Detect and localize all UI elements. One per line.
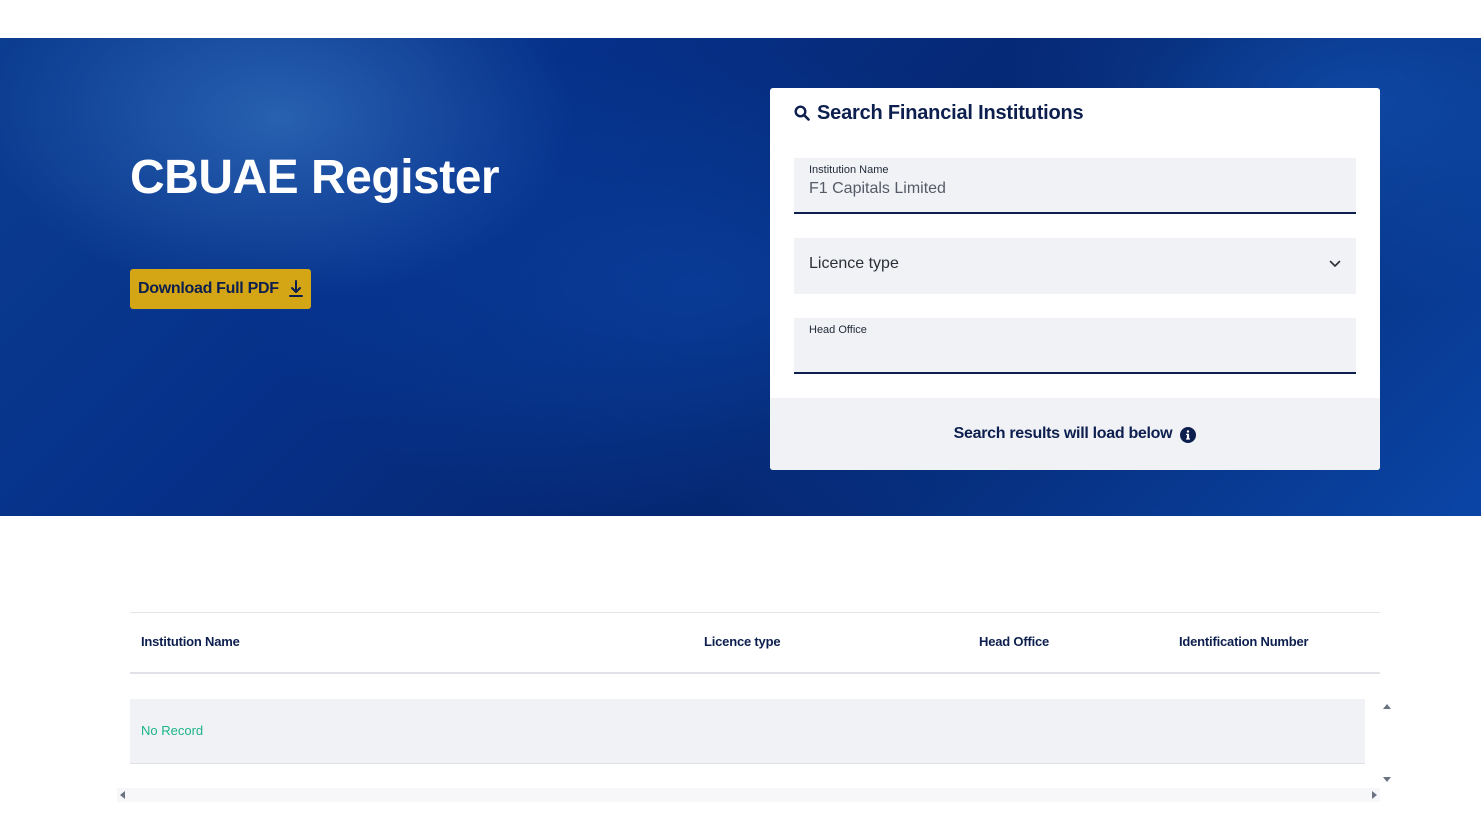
column-header-identification-number[interactable]: Identification Number: [1179, 634, 1309, 649]
hero-banner: CBUAE Register Download Full PDF Search …: [0, 38, 1481, 516]
scroll-right-arrow-icon[interactable]: [1372, 791, 1377, 799]
table-header: Institution Name Licence type Head Offic…: [130, 612, 1380, 674]
scroll-left-arrow-icon[interactable]: [120, 791, 125, 799]
page-title: CBUAE Register: [130, 151, 500, 204]
download-icon: [289, 280, 303, 297]
results-table: Institution Name Licence type Head Offic…: [130, 612, 1380, 764]
page: CBUAE Register Download Full PDF Search …: [0, 0, 1481, 827]
institution-name-input[interactable]: [809, 180, 1329, 198]
search-card-title: Search Financial Institutions: [817, 101, 1084, 124]
download-pdf-label: Download Full PDF: [138, 280, 279, 297]
horizontal-scrollbar[interactable]: [117, 788, 1380, 802]
column-header-institution-name[interactable]: Institution Name: [141, 634, 240, 649]
scroll-up-arrow-icon[interactable]: [1383, 704, 1391, 709]
search-card-header: Search Financial Institutions: [794, 100, 1084, 126]
chevron-down-icon: [1329, 260, 1341, 267]
table-row: No Record: [130, 699, 1365, 764]
search-results-hint: Search results will load below: [770, 398, 1380, 470]
head-office-input[interactable]: [809, 340, 1329, 358]
column-header-head-office[interactable]: Head Office: [979, 634, 1049, 649]
no-record-text: No Record: [141, 723, 204, 738]
vertical-scrollbar[interactable]: [1380, 700, 1395, 786]
search-card: Search Financial Institutions Institutio…: [770, 88, 1380, 470]
search-icon: [794, 105, 810, 121]
licence-type-select[interactable]: Licence type: [794, 238, 1356, 294]
column-header-licence-type[interactable]: Licence type: [704, 634, 781, 649]
institution-name-label: Institution Name: [809, 164, 889, 176]
scroll-down-arrow-icon[interactable]: [1383, 777, 1391, 782]
head-office-field[interactable]: Head Office: [794, 318, 1356, 374]
institution-name-field[interactable]: Institution Name: [794, 158, 1356, 214]
licence-type-label: Licence type: [809, 255, 899, 272]
info-icon[interactable]: [1180, 427, 1197, 443]
download-pdf-button[interactable]: Download Full PDF: [130, 269, 311, 309]
search-results-hint-text: Search results will load below: [953, 425, 1173, 442]
head-office-label: Head Office: [809, 324, 867, 336]
